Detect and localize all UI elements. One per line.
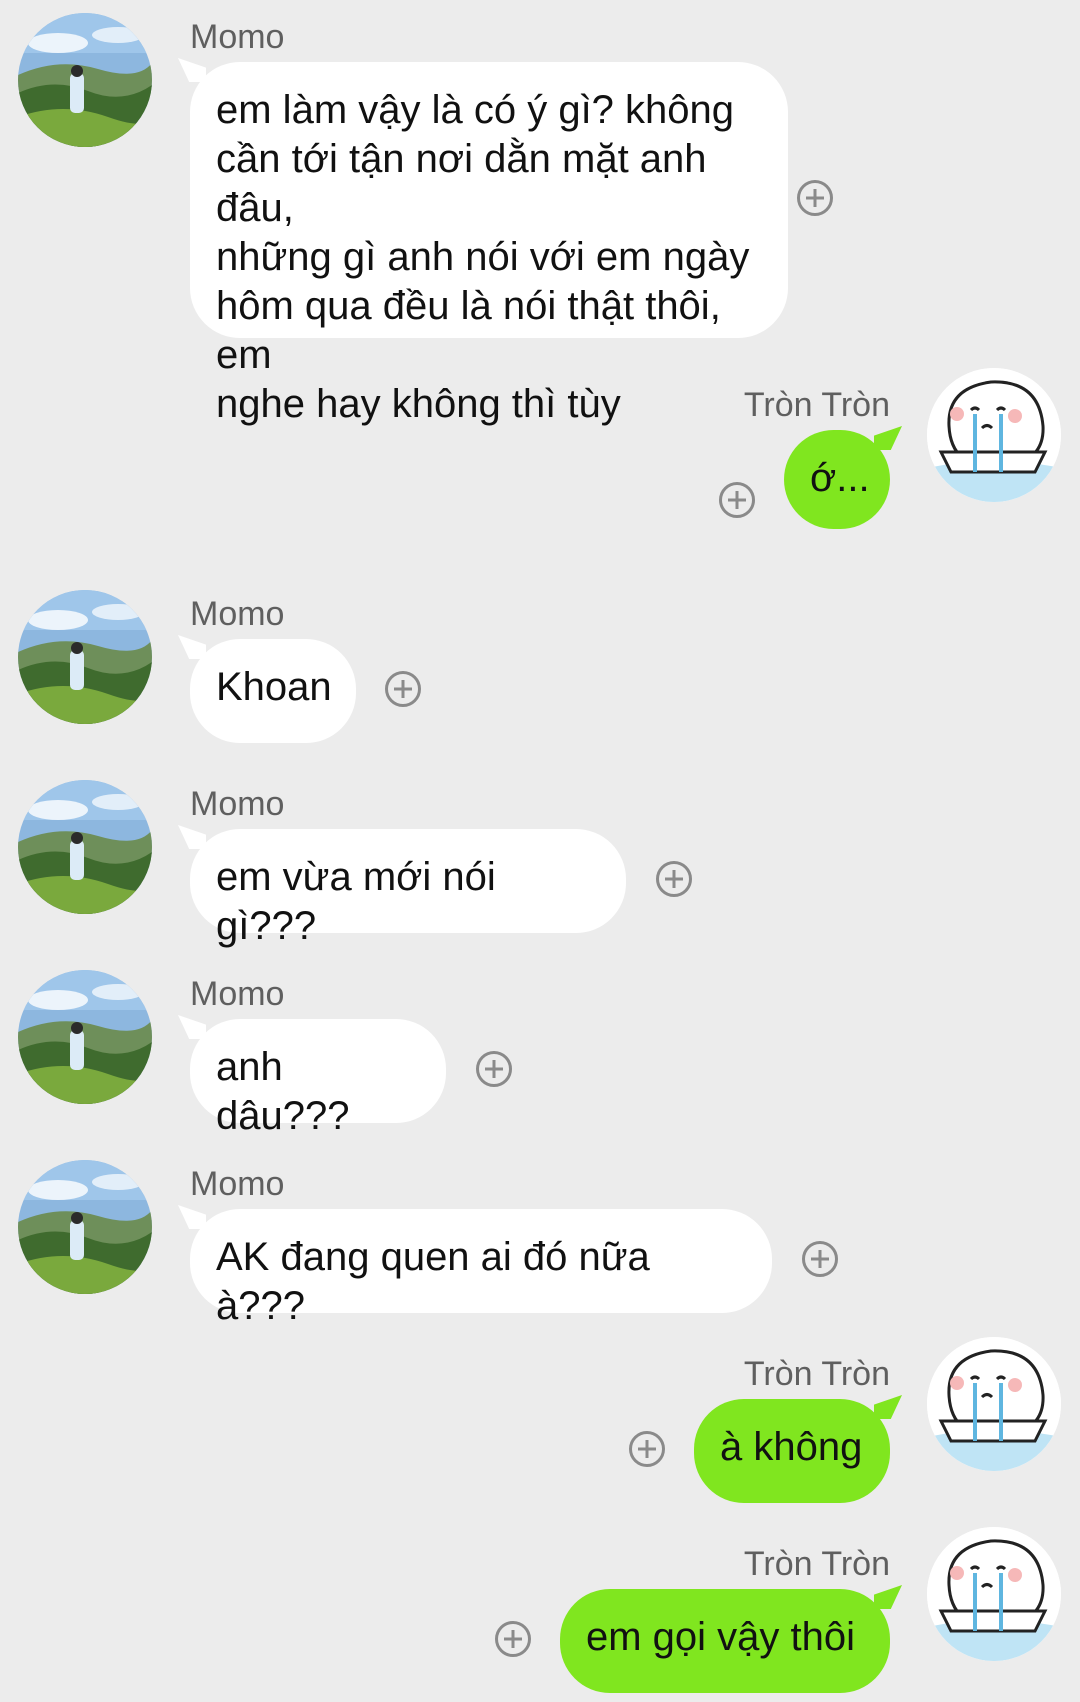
contact-avatar[interactable] [18,780,152,914]
message-row-outgoing: Tròn Tròn ớ... [0,368,1080,538]
message-row-incoming: Momo Khoan [0,577,1080,747]
add-circle-icon[interactable] [495,1621,531,1657]
sender-name: Momo [190,595,285,633]
message-row-incoming: Momo anh dâu??? [0,957,1080,1138]
add-circle-icon[interactable] [802,1241,838,1277]
message-bubble[interactable]: Khoan [190,639,356,743]
add-circle-icon[interactable] [719,482,755,518]
sender-name: Momo [190,975,285,1013]
self-avatar[interactable] [927,1337,1061,1471]
add-circle-icon[interactable] [476,1051,512,1087]
message-bubble[interactable]: ớ... [784,430,890,529]
sender-name: Tròn Tròn [743,386,890,424]
message-bubble[interactable]: em gọi vậy thôi [560,1589,890,1693]
add-circle-icon[interactable] [385,671,421,707]
message-bubble[interactable]: em vừa mới nói gì??? [190,829,626,948]
sender-name: Momo [190,785,285,823]
sender-name: Tròn Tròn [743,1545,890,1583]
self-avatar[interactable] [927,368,1061,502]
landscape-photo-icon [18,590,152,724]
message-bubble[interactable]: em làm vậy là có ý gì? không cần tới tận… [190,62,788,426]
crying-face-icon [927,368,1061,502]
crying-face-icon [927,1527,1061,1661]
sender-name: Momo [190,1165,285,1203]
message-row-incoming: Momo em làm vậy là có ý gì? không cần tớ… [0,0,1080,426]
landscape-photo-icon [18,1160,152,1294]
sender-name: Tròn Tròn [743,1355,890,1393]
message-row-outgoing: Tròn Tròn em gọi vậy thôi [0,1527,1080,1702]
message-bubble[interactable]: AK đang quen ai đó nữa à??? [190,1209,772,1328]
message-bubble[interactable]: à không [694,1399,890,1503]
landscape-photo-icon [18,13,152,147]
message-bubble[interactable]: anh dâu??? [190,1019,446,1138]
chat-thread: Momo em làm vậy là có ý gì? không cần tớ… [0,0,1080,1702]
landscape-photo-icon [18,780,152,914]
add-circle-icon[interactable] [629,1431,665,1467]
contact-avatar[interactable] [18,590,152,724]
sender-name: Momo [190,18,285,56]
landscape-photo-icon [18,970,152,1104]
self-avatar[interactable] [927,1527,1061,1661]
add-circle-icon[interactable] [797,180,833,216]
add-circle-icon[interactable] [656,861,692,897]
message-row-incoming: Momo AK đang quen ai đó nữa à??? [0,1147,1080,1328]
contact-avatar[interactable] [18,970,152,1104]
contact-avatar[interactable] [18,13,152,147]
crying-face-icon [927,1337,1061,1471]
message-row-incoming: Momo em vừa mới nói gì??? [0,767,1080,948]
message-row-outgoing: Tròn Tròn à không [0,1337,1080,1507]
contact-avatar[interactable] [18,1160,152,1294]
